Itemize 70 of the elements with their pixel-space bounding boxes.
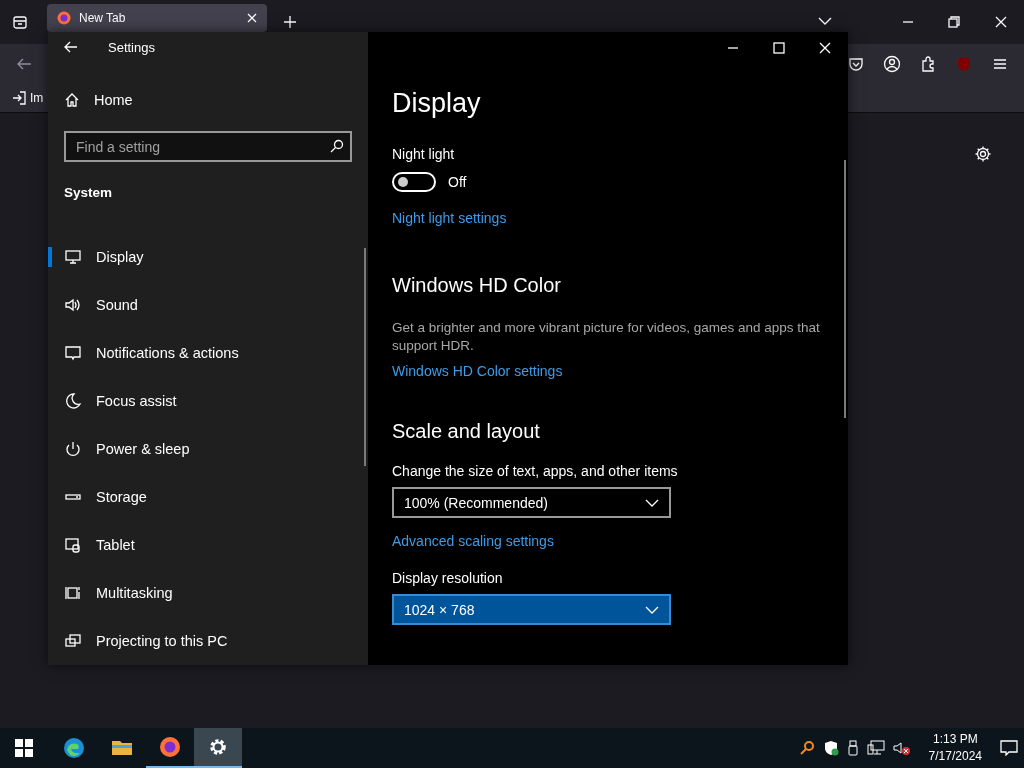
section-heading: Scale and layout xyxy=(392,420,541,443)
close-icon[interactable] xyxy=(819,42,831,54)
window-title: Settings xyxy=(108,39,155,55)
scrollbar[interactable] xyxy=(844,160,846,418)
close-icon[interactable] xyxy=(247,13,257,23)
page-title: Display xyxy=(392,88,482,120)
nav-item[interactable]: Sound xyxy=(48,281,368,329)
nav-item[interactable]: Multitasking xyxy=(48,569,368,617)
setting-label: Display resolution xyxy=(392,570,504,586)
section-description: Get a brighter and more vibrant picture for videos, games and apps that support HDR. xyxy=(392,319,821,355)
nav-item[interactable]: Tablet xyxy=(48,521,368,569)
settings-link[interactable]: Night light settings xyxy=(392,210,507,226)
projector-icon xyxy=(64,632,82,650)
settings-link[interactable]: Advanced scaling settings xyxy=(392,533,554,549)
restore-icon[interactable] xyxy=(948,16,960,28)
browser-tab[interactable]: New Tab xyxy=(47,4,267,32)
shield-icon[interactable] xyxy=(822,740,839,756)
home-link[interactable]: Home xyxy=(48,80,368,120)
notification-icon[interactable] xyxy=(1000,740,1018,756)
nav-item[interactable]: Power & sleep xyxy=(48,425,368,473)
import-icon xyxy=(12,91,26,105)
multitasking-icon xyxy=(64,584,82,602)
chevron-down-icon xyxy=(645,605,659,614)
pocket-icon[interactable] xyxy=(848,56,864,72)
network-icon[interactable] xyxy=(866,740,885,756)
menu-icon[interactable] xyxy=(992,56,1008,72)
tablet-icon xyxy=(64,536,82,554)
nav-item[interactable]: Storage xyxy=(48,473,368,521)
windows-logo-icon xyxy=(15,739,33,757)
back-arrow-icon[interactable] xyxy=(64,40,78,55)
close-icon[interactable] xyxy=(995,16,1007,28)
firefox-icon xyxy=(158,735,182,759)
search-icon xyxy=(330,139,344,153)
edge-icon xyxy=(62,736,86,760)
bookmark-label[interactable]: Im xyxy=(30,91,44,105)
maximize-icon[interactable] xyxy=(773,42,785,54)
new-tab-icon[interactable] xyxy=(283,15,297,29)
dropdown[interactable]: 1024 × 768 xyxy=(392,594,671,625)
tab-list-icon[interactable] xyxy=(12,14,28,30)
home-icon xyxy=(64,92,80,109)
nav-item[interactable]: Notifications & actions xyxy=(48,329,368,377)
scrollbar[interactable] xyxy=(364,248,366,466)
setting-label: Change the size of text, apps, and other items xyxy=(392,463,679,479)
setting-label: Night light xyxy=(392,146,456,162)
muted-speaker-icon[interactable] xyxy=(892,740,911,756)
monitor-icon xyxy=(64,248,82,266)
nav-item[interactable]: Projecting to this PC xyxy=(48,617,368,665)
tab-title: New Tab xyxy=(79,11,127,25)
clock[interactable]: 1:13 PM 7/17/2024 xyxy=(918,731,992,765)
toggle-state: Off xyxy=(448,174,467,190)
settings-link[interactable]: Windows HD Color settings xyxy=(392,363,563,379)
message-icon xyxy=(64,344,82,362)
dropdown[interactable]: 100% (Recommended) xyxy=(392,487,671,518)
nav-item[interactable]: Display xyxy=(48,233,368,281)
chevron-down-icon xyxy=(645,498,659,507)
taskbar-app[interactable] xyxy=(194,728,242,768)
search-icon[interactable] xyxy=(798,740,815,756)
speaker-icon xyxy=(64,296,82,314)
usb-drive-icon[interactable] xyxy=(846,740,859,756)
moon-icon xyxy=(64,392,82,410)
search-field[interactable]: Find a setting xyxy=(64,131,352,162)
account-icon[interactable] xyxy=(883,55,901,73)
toggle-switch[interactable] xyxy=(392,172,436,192)
power-icon xyxy=(64,440,82,458)
group-heading: System xyxy=(63,184,114,200)
section-heading: Windows HD Color xyxy=(392,274,562,297)
nav-item[interactable]: Focus assist xyxy=(48,377,368,425)
firefox-icon xyxy=(57,11,71,25)
extensions-icon[interactable] xyxy=(920,56,936,72)
settings-icon[interactable] xyxy=(974,145,992,163)
